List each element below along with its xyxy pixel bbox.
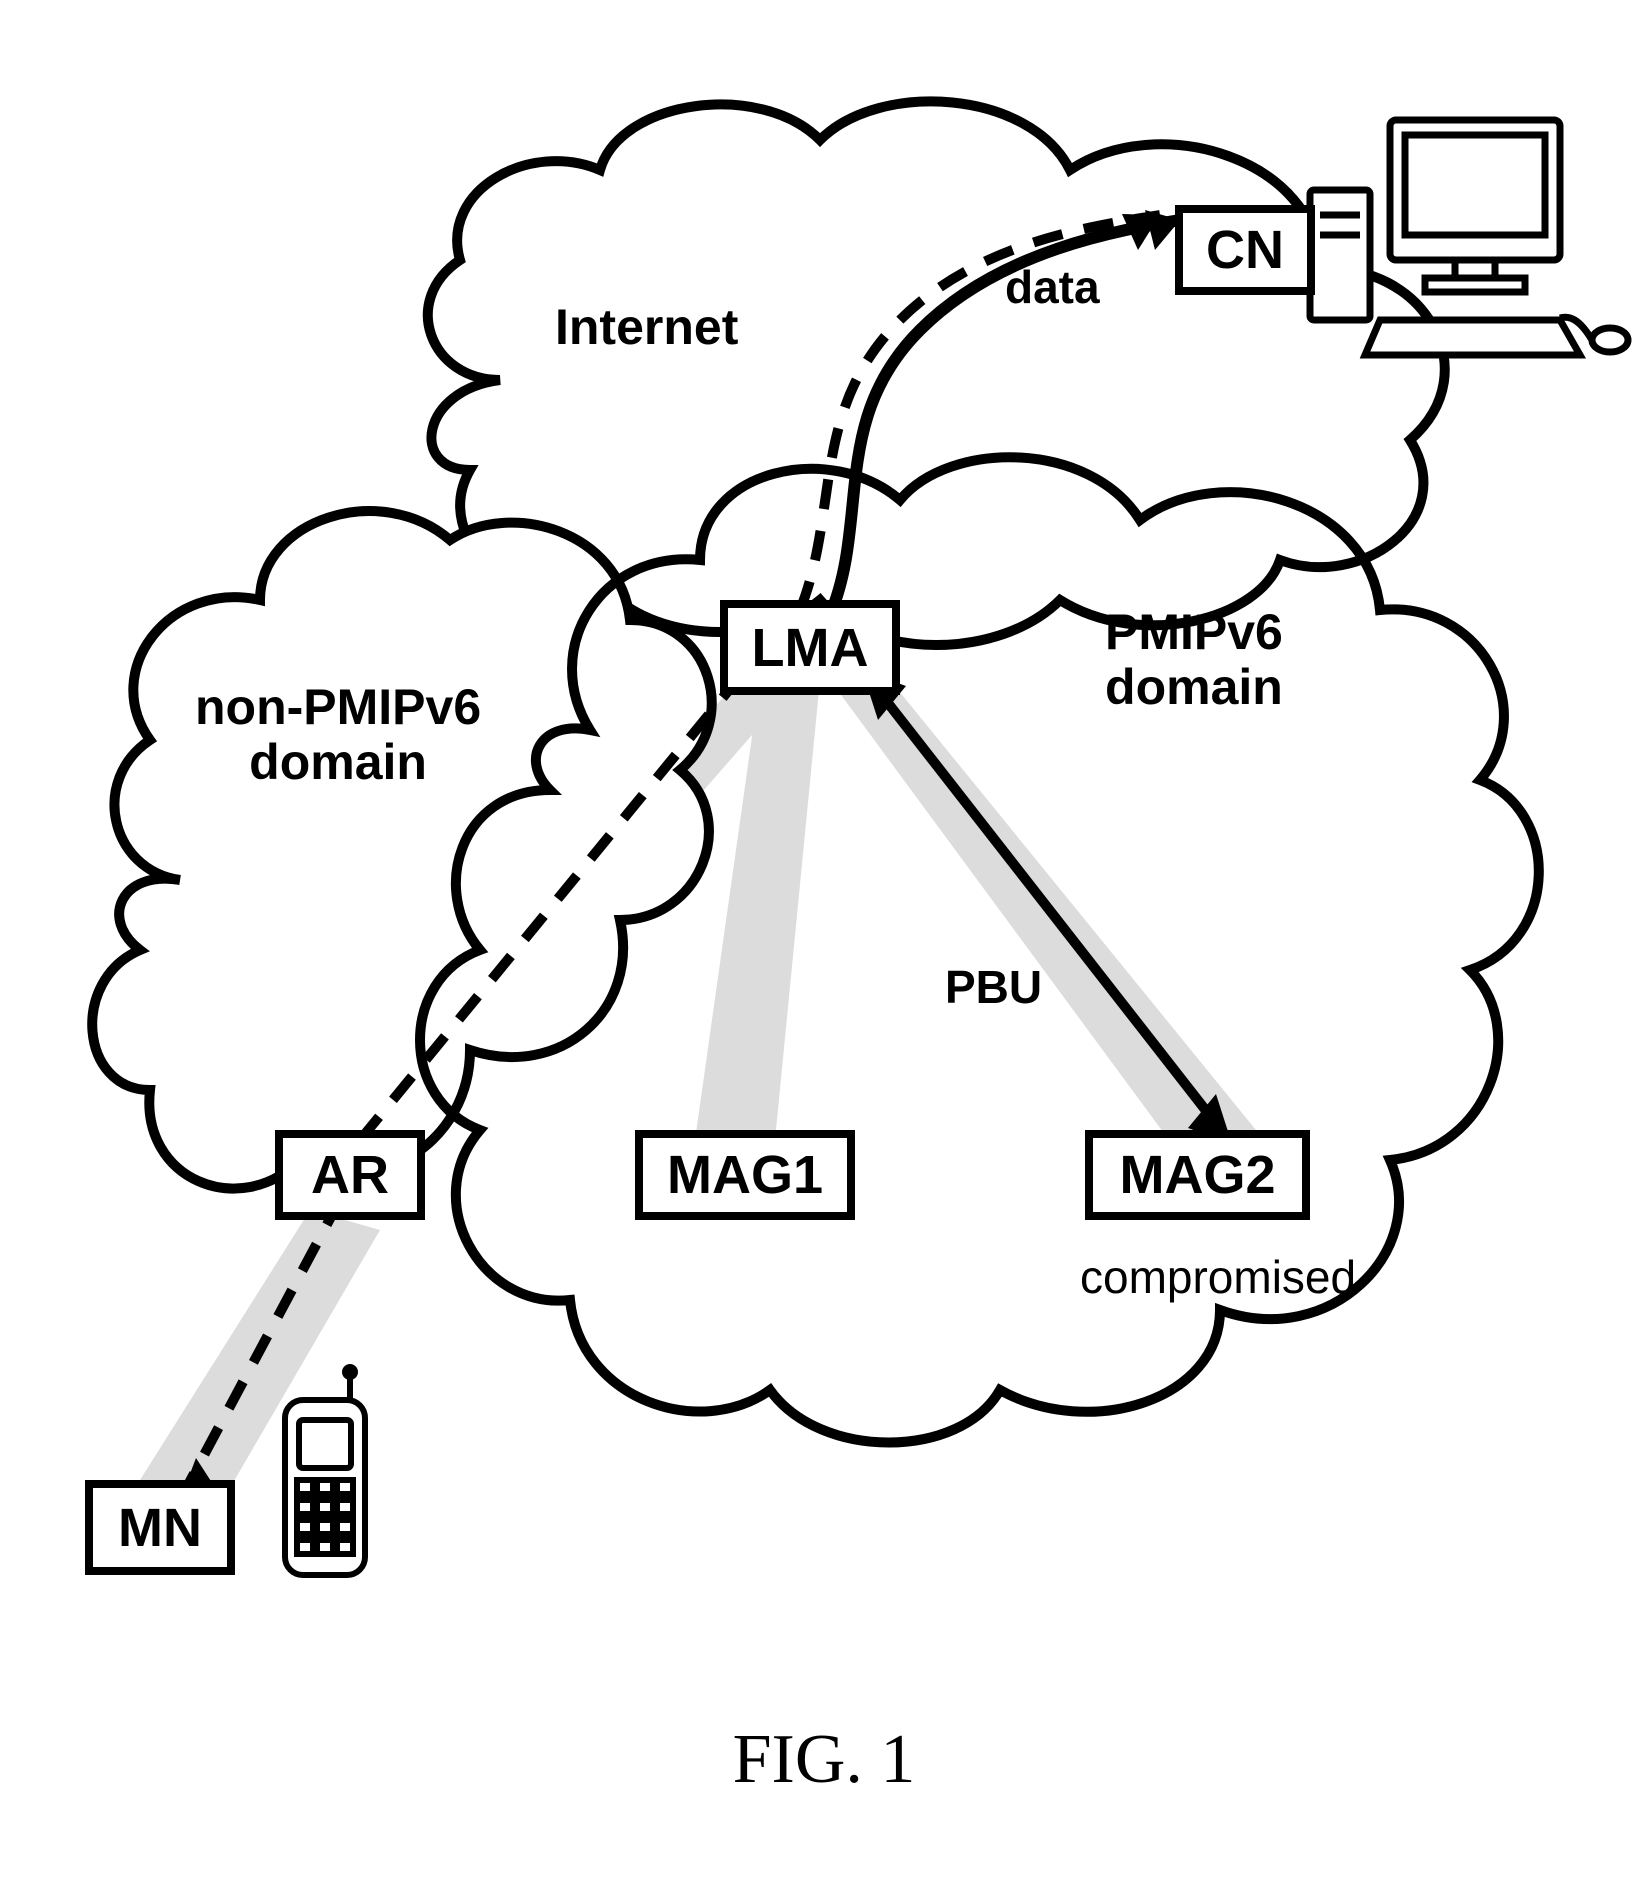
- node-mn-label: MN: [118, 1497, 202, 1559]
- node-lma: LMA: [720, 600, 900, 695]
- node-ar-label: AR: [311, 1144, 389, 1206]
- node-mn: MN: [85, 1480, 235, 1575]
- node-lma-label: LMA: [752, 617, 869, 679]
- figure-caption: FIG. 1: [733, 1720, 916, 1800]
- label-pmipv6: PMIPv6 domain: [1105, 605, 1283, 715]
- computer-icon: [1310, 120, 1630, 360]
- label-data: data: [1005, 260, 1100, 314]
- node-mag1-label: MAG1: [667, 1144, 823, 1206]
- node-mag2-label: MAG2: [1119, 1144, 1275, 1206]
- node-mag1: MAG1: [635, 1130, 855, 1220]
- mobile-phone-icon: [285, 1370, 375, 1580]
- label-internet: Internet: [555, 300, 738, 355]
- node-cn-label: CN: [1206, 219, 1284, 281]
- label-compromised: compromised: [1080, 1250, 1356, 1304]
- node-cn: CN: [1175, 205, 1315, 295]
- node-mag2: MAG2: [1085, 1130, 1310, 1220]
- node-ar: AR: [275, 1130, 425, 1220]
- label-pbu: PBU: [945, 960, 1042, 1014]
- label-non-pmipv6: non-PMIPv6 domain: [195, 680, 481, 790]
